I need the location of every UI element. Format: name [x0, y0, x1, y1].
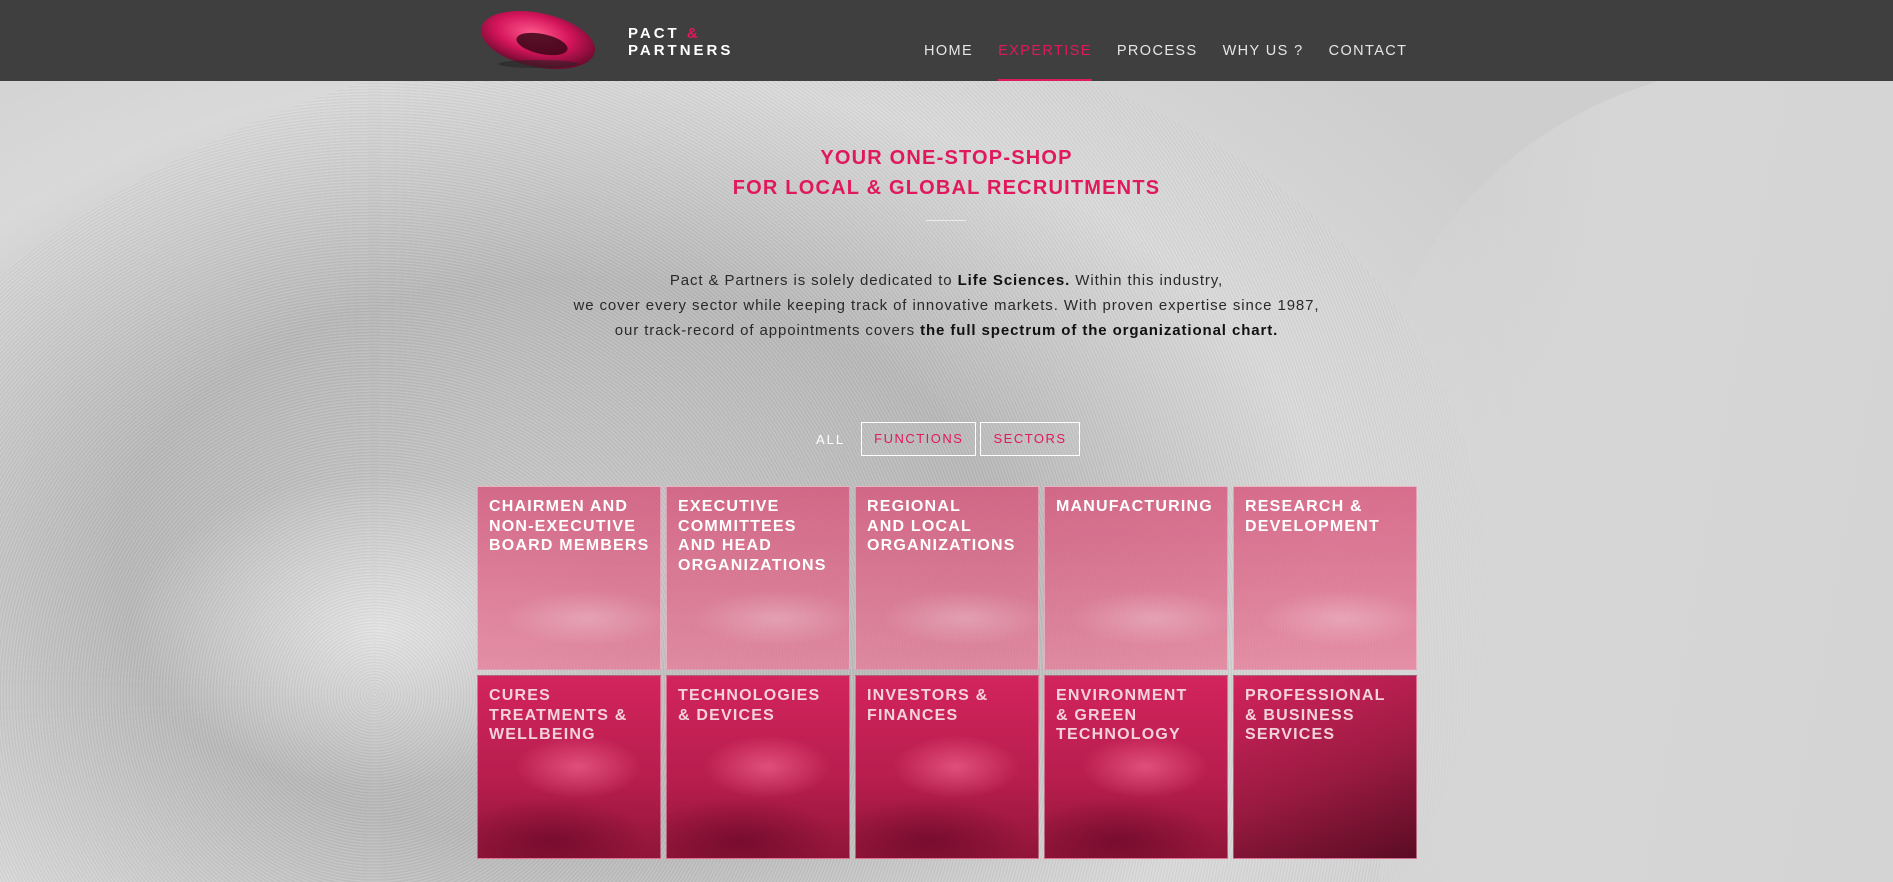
tile-chairmen[interactable]: CHAIRMEN AND NON-EXECUTIVE BOARD MEMBERS: [477, 486, 661, 670]
tile-label-line: ORGANIZATIONS: [867, 537, 1016, 554]
tile-label: CURES TREATMENTS & WELLBEING: [489, 686, 652, 745]
tile-label-line: CURES: [489, 687, 552, 704]
tile-label-line: INVESTORS &: [867, 687, 989, 704]
tile-label-line: ORGANIZATIONS: [678, 556, 827, 574]
tile-regional-local[interactable]: REGIONAL AND LOCAL ORGANIZATIONS: [855, 486, 1039, 670]
headline-divider: [926, 220, 966, 221]
main-nav: HOME EXPERTISE PROCESS WHY US ? CONTACT: [924, 43, 1432, 81]
logo-icon[interactable]: [478, 4, 598, 70]
tile-label-line: DEVELOPMENT: [1245, 517, 1380, 535]
tile-label-line: RESEARCH &: [1245, 498, 1363, 515]
intro-line-1-c: Within this industry,: [1070, 272, 1224, 289]
filter-sectors[interactable]: SECTORS: [980, 422, 1080, 456]
tile-label-line: BOARD MEMBERS: [489, 537, 650, 554]
tile-label: RESEARCH & DEVELOPMENT: [1245, 497, 1408, 536]
tile-cures-treatments[interactable]: CURES TREATMENTS & WELLBEING: [477, 675, 661, 859]
tile-label-line: NON-EXECUTIVE: [489, 517, 637, 535]
tile-label-line: SERVICES: [1245, 726, 1336, 743]
intro-text: Pact & Partners is solely dedicated to L…: [0, 268, 1893, 343]
logo-line-1: PACT: [628, 25, 680, 42]
tile-label-line: WELLBEING: [489, 726, 596, 743]
tile-label-line: TECHNOLOGY: [1056, 726, 1181, 743]
tile-label-line: FINANCES: [867, 706, 959, 724]
intro-line-3-a: our track-record of appointments covers: [614, 322, 921, 339]
site-header: PACT & PARTNERS HOME EXPERTISE PROCESS W…: [0, 0, 1893, 81]
tile-environment-green[interactable]: ENVIRONMENT & GREEN TECHNOLOGY: [1044, 675, 1228, 859]
tile-label-line: EXECUTIVE: [678, 498, 780, 515]
tile-label: MANUFACTURING: [1056, 497, 1219, 517]
page-headline: YOUR ONE-STOP-SHOP FOR LOCAL & GLOBAL RE…: [0, 143, 1893, 203]
logo-line-2: PARTNERS: [628, 42, 734, 59]
headline-line-2: FOR LOCAL & GLOBAL RECRUITMENTS: [732, 177, 1161, 199]
expertise-grid: CHAIRMEN AND NON-EXECUTIVE BOARD MEMBERS…: [477, 486, 1419, 859]
intro-line-1-a: Pact & Partners is solely dedicated to: [669, 272, 958, 289]
tile-research-development[interactable]: RESEARCH & DEVELOPMENT: [1233, 486, 1417, 670]
tile-label-line: COMMITTEES: [678, 517, 797, 535]
logo-ampersand: &: [686, 25, 701, 42]
tile-label-line: TREATMENTS &: [489, 706, 628, 724]
nav-why-us[interactable]: WHY US ?: [1223, 43, 1304, 59]
tile-label-line: ENVIRONMENT: [1056, 687, 1188, 704]
nav-process[interactable]: PROCESS: [1117, 43, 1198, 59]
tile-label: INVESTORS & FINANCES: [867, 686, 1030, 725]
filter-functions[interactable]: FUNCTIONS: [861, 422, 977, 456]
filter-bar: ALL FUNCTIONS SECTORS: [816, 422, 1084, 456]
tile-label-line: & GREEN: [1056, 706, 1138, 724]
tile-label-line: AND LOCAL: [867, 517, 973, 535]
logo-wordmark[interactable]: PACT & PARTNERS: [628, 25, 733, 59]
nav-home[interactable]: HOME: [924, 43, 973, 59]
tile-label: ENVIRONMENT & GREEN TECHNOLOGY: [1056, 686, 1219, 745]
tile-label-line: TECHNOLOGIES: [678, 687, 821, 704]
tile-professional-business[interactable]: PROFESSIONAL & BUSINESS SERVICES: [1233, 675, 1417, 859]
intro-line-2: we cover every sector while keeping trac…: [573, 297, 1320, 314]
headline-line-1: YOUR ONE-STOP-SHOP: [820, 147, 1073, 169]
tile-label-line: REGIONAL: [867, 498, 962, 515]
tile-label-line: & BUSINESS: [1245, 706, 1355, 724]
nav-expertise[interactable]: EXPERTISE: [998, 43, 1092, 81]
tile-label: CHAIRMEN AND NON-EXECUTIVE BOARD MEMBERS: [489, 497, 652, 556]
tile-technologies-devices[interactable]: TECHNOLOGIES & DEVICES: [666, 675, 850, 859]
intro-line-3: our track-record of appointments covers …: [0, 318, 1893, 343]
intro-full-spectrum: the full spectrum of the organizational …: [920, 322, 1279, 339]
tile-label: EXECUTIVE COMMITTEES AND HEAD ORGANIZATI…: [678, 497, 841, 575]
tile-label-line: & DEVICES: [678, 706, 776, 724]
tile-investors-finances[interactable]: INVESTORS & FINANCES: [855, 675, 1039, 859]
tile-label: TECHNOLOGIES & DEVICES: [678, 686, 841, 725]
tile-label: REGIONAL AND LOCAL ORGANIZATIONS: [867, 497, 1030, 556]
intro-line-1: Pact & Partners is solely dedicated to L…: [0, 268, 1893, 293]
nav-contact[interactable]: CONTACT: [1329, 43, 1408, 59]
tile-executive-committees[interactable]: EXECUTIVE COMMITTEES AND HEAD ORGANIZATI…: [666, 486, 850, 670]
tile-label-line: PROFESSIONAL: [1245, 687, 1386, 704]
tile-label-line: AND HEAD: [678, 537, 773, 554]
tile-label-line: CHAIRMEN AND: [489, 498, 629, 515]
tile-label: PROFESSIONAL & BUSINESS SERVICES: [1245, 686, 1408, 745]
tile-manufacturing[interactable]: MANUFACTURING: [1044, 486, 1228, 670]
filter-all[interactable]: ALL: [816, 432, 845, 447]
tile-label-line: MANUFACTURING: [1056, 498, 1213, 515]
intro-life-sciences: Life Sciences.: [957, 272, 1071, 289]
